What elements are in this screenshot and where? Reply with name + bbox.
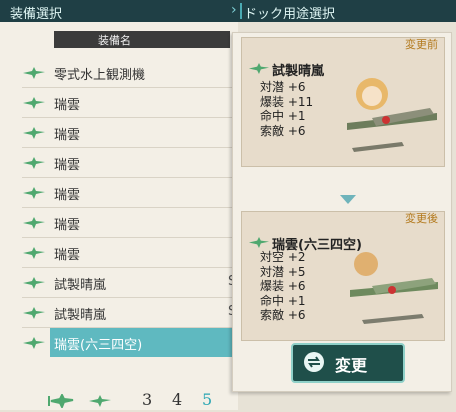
after-stats: 対空 +2 対潜 +5 爆装 +6 命中 +1 索敵 +6	[260, 250, 306, 323]
seaplane-icon	[23, 67, 45, 79]
stat-line: 対空 +2	[260, 250, 306, 264]
item-name: 瑞雲	[54, 218, 81, 233]
pagination: 3 4 5	[44, 390, 234, 412]
dock-use-select-title: ドック用途選択	[244, 7, 336, 22]
list-item[interactable]: 零式水上観測機	[22, 58, 234, 88]
seaplane-bomber-icon	[23, 277, 45, 289]
zuiun-plane-illustration	[350, 252, 438, 324]
item-name: 試製晴嵐	[54, 278, 107, 293]
change-button[interactable]: 変更	[291, 343, 405, 383]
seaplane-bomber-icon	[23, 217, 45, 229]
item-name: 瑞雲	[54, 248, 81, 263]
seaplane-bomber-icon	[248, 63, 270, 74]
stat-line: 索敵 +6	[260, 123, 306, 138]
stat-line: 対潜 +5	[260, 264, 306, 279]
item-name: 試製晴嵐	[54, 308, 107, 323]
stat-line: 索敵 +6	[260, 308, 306, 322]
stat-line: 爆装 +11	[260, 94, 314, 109]
seaplane-bomber-icon	[248, 237, 270, 248]
before-tag: 変更前	[405, 38, 438, 51]
list-item-selected[interactable]: 瑞雲(六三四空)	[50, 328, 234, 357]
detail-panel: 変更前 試製晴嵐 対潜 +6 爆装 +11 命中 +1 索敵 +6 変更後 瑞雲…	[232, 32, 452, 392]
item-name: 瑞雲	[54, 128, 81, 143]
prev-page-icon[interactable]	[86, 394, 112, 408]
header-divider	[240, 3, 242, 19]
seaplane-bomber-icon	[23, 157, 45, 169]
refresh-arrows-icon	[304, 352, 324, 372]
list-item[interactable]: 瑞雲	[22, 238, 234, 268]
column-header: 装備名	[54, 31, 230, 48]
equipment-list-panel: 装備名 零式水上観測機 瑞雲 瑞雲 瑞雲 瑞雲 瑞雲 瑞雲 試製晴嵐 S 試製晴…	[0, 22, 238, 410]
before-name: 試製晴嵐	[272, 64, 325, 79]
item-name: 瑞雲	[54, 158, 81, 173]
list-item[interactable]: 試製晴嵐 S	[22, 298, 236, 328]
stat-line: 命中 +1	[260, 293, 306, 308]
page-3[interactable]: 3	[142, 390, 152, 409]
seaplane-bomber-icon	[23, 187, 45, 199]
item-name: 瑞雲	[54, 188, 81, 203]
arrow-down-icon	[340, 195, 356, 204]
item-name: 零式水上観測機	[54, 68, 146, 83]
seaplane-bomber-icon	[23, 127, 45, 139]
list-item[interactable]: 瑞雲	[22, 148, 234, 178]
before-card: 変更前 試製晴嵐 対潜 +6 爆装 +11 命中 +1 索敵 +6	[241, 37, 445, 167]
seiran-plane-illustration	[347, 78, 437, 152]
seaplane-bomber-icon	[23, 307, 45, 319]
item-name: 瑞雲	[54, 98, 81, 113]
item-name: 瑞雲(六三四空)	[54, 338, 143, 353]
list-item[interactable]: 試製晴嵐 S	[22, 268, 236, 298]
seaplane-bomber-icon	[23, 247, 45, 259]
after-tag: 変更後	[405, 212, 438, 225]
before-stats: 対潜 +6 爆装 +11 命中 +1 索敵 +6	[260, 80, 313, 138]
seaplane-bomber-icon	[23, 97, 45, 109]
stat-line: 対潜 +6	[260, 80, 306, 94]
after-card: 変更後 瑞雲(六三四空) 対空 +2 対潜 +5 爆装 +6 命中 +1 索敵 …	[241, 211, 445, 341]
chevron-right-icon: ›	[231, 2, 237, 18]
page-5-current[interactable]: 5	[202, 390, 212, 409]
first-page-icon[interactable]	[48, 394, 74, 408]
page-4[interactable]: 4	[172, 390, 182, 409]
equipment-select-title: 装備選択	[10, 7, 63, 22]
list-item[interactable]: 瑞雲	[22, 208, 234, 238]
top-header-bar: 装備選択 › ドック用途選択	[0, 0, 456, 22]
stat-line: 命中 +1	[260, 109, 306, 123]
stat-line: 爆装 +6	[260, 279, 306, 293]
list-item[interactable]: 瑞雲	[22, 118, 234, 148]
list-item[interactable]: 瑞雲	[22, 178, 234, 208]
list-item[interactable]: 瑞雲	[22, 88, 234, 118]
seaplane-bomber-icon	[23, 337, 45, 349]
change-button-label: 変更	[335, 356, 368, 375]
